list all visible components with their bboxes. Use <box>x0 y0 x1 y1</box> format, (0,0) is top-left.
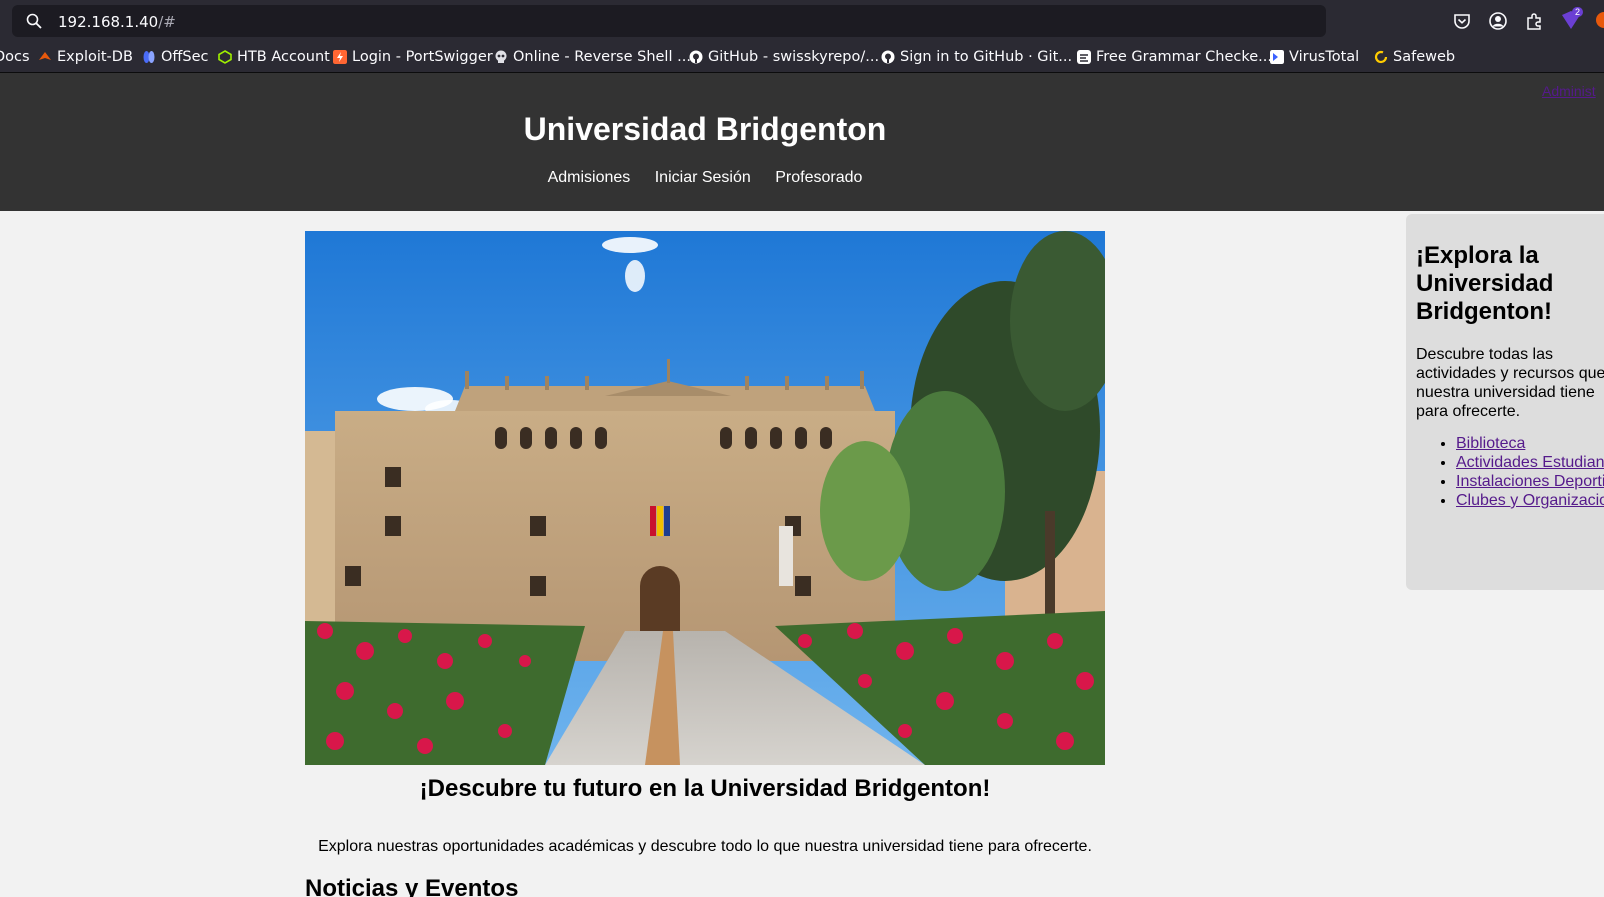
offsec-icon <box>143 51 155 63</box>
extensions-icon[interactable] <box>1524 11 1544 31</box>
skull-icon <box>495 50 507 63</box>
tagline: ¡Descubre tu futuro en la Universidad Br… <box>419 775 991 802</box>
bookmark-label: Exploit-DB <box>57 49 133 65</box>
link-instalaciones-deportivas[interactable]: Instalaciones Deportivas <box>1456 473 1604 490</box>
github-icon <box>881 50 895 64</box>
bookmark-label: Safeweb <box>1393 49 1456 65</box>
account-icon[interactable] <box>1488 11 1508 31</box>
url-text[interactable]: 192.168.1.40/# <box>58 13 176 31</box>
grammar-icon <box>1077 50 1091 64</box>
link-actividades-estudiantiles[interactable]: Actividades Estudiantiles <box>1456 454 1604 471</box>
admin-link[interactable]: Administ <box>1542 83 1596 99</box>
news-heading: Noticias y Eventos <box>305 875 519 897</box>
bookmark-offsec[interactable]: OffSec <box>142 47 209 67</box>
hero-image <box>305 231 1105 765</box>
url-bar[interactable]: 192.168.1.40/# <box>12 5 1326 37</box>
link-clubes-organizaciones[interactable]: Clubes y Organizaciones <box>1456 492 1604 509</box>
bookmark-label: Docs <box>0 49 30 65</box>
bookmark-portswigger[interactable]: Login - PortSwigger <box>333 47 493 67</box>
nav-iniciar-sesion[interactable]: Iniciar Sesión <box>655 169 751 186</box>
extension-badge: 2 <box>1572 7 1584 17</box>
bookmark-github-signin[interactable]: Sign in to GitHub · Git... <box>881 47 1072 67</box>
bookmark-htb[interactable]: HTB Account <box>218 47 330 67</box>
explore-links: Biblioteca Actividades Estudiantiles Ins… <box>1416 434 1604 510</box>
link-biblioteca[interactable]: Biblioteca <box>1456 435 1525 452</box>
exploit-db-icon <box>39 52 51 60</box>
nav-profesorado[interactable]: Profesorado <box>775 169 862 186</box>
portswigger-icon <box>333 50 347 64</box>
bookmark-label: Login - PortSwigger <box>352 49 493 65</box>
bookmark-label: Sign in to GitHub · Git... <box>900 49 1073 65</box>
bookmark-label: Online - Reverse Shell ... <box>513 49 691 65</box>
site-title: Universidad Bridgenton <box>523 111 887 147</box>
virustotal-icon <box>1270 50 1284 64</box>
extension-overflow-icon[interactable] <box>1596 12 1604 28</box>
list-item: Actividades Estudiantiles <box>1456 453 1604 472</box>
htb-icon <box>218 50 232 64</box>
bookmark-github-swisskyrepo[interactable]: GitHub - swisskyrepo/... <box>689 47 879 67</box>
bookmarks-bar: Docs Exploit-DB OffSec HTB Account Login… <box>0 42 1604 73</box>
site-header: Administ Universidad Bridgenton Admision… <box>0 73 1604 211</box>
explore-title: ¡Explora la Universidad Bridgenton! <box>1416 242 1554 325</box>
bookmark-label: Free Grammar Checke... <box>1096 49 1273 65</box>
bookmark-safeweb[interactable]: Safeweb <box>1374 47 1455 67</box>
browser-toolbar: 192.168.1.40/# 2 <box>0 0 1604 42</box>
search-icon <box>26 13 42 29</box>
explore-description: Descubre todas las actividades y recurso… <box>1416 346 1604 420</box>
list-item: Biblioteca <box>1456 434 1604 453</box>
explore-sidebar: ¡Explora la Universidad Bridgenton! Desc… <box>1406 214 1604 590</box>
bookmark-grammar[interactable]: Free Grammar Checke... <box>1077 47 1272 67</box>
main-nav: Admisiones Iniciar Sesión Profesorado <box>0 169 1410 187</box>
pocket-icon[interactable] <box>1452 11 1472 31</box>
bookmark-label: GitHub - swisskyrepo/... <box>708 49 880 65</box>
bookmark-reverse-shell[interactable]: Online - Reverse Shell ... <box>494 47 691 67</box>
bookmark-label: OffSec <box>161 49 209 65</box>
nav-admisiones[interactable]: Admisiones <box>548 169 631 186</box>
bookmark-virustotal[interactable]: VirusTotal <box>1270 47 1359 67</box>
bookmark-docs[interactable]: Docs <box>0 47 30 67</box>
intro-text: Explora nuestras oportunidades académica… <box>318 838 1092 855</box>
bookmark-label: VirusTotal <box>1289 49 1360 65</box>
list-item: Instalaciones Deportivas <box>1456 472 1604 491</box>
list-item: Clubes y Organizaciones <box>1456 491 1604 510</box>
safeweb-icon <box>1374 50 1388 64</box>
bookmark-exploit-db[interactable]: Exploit-DB <box>38 47 133 67</box>
github-icon <box>689 50 703 64</box>
extension-hackbar-icon[interactable]: 2 <box>1560 7 1584 31</box>
bookmark-label: HTB Account <box>237 49 330 65</box>
page-viewport: Administ Universidad Bridgenton Admision… <box>0 73 1604 897</box>
